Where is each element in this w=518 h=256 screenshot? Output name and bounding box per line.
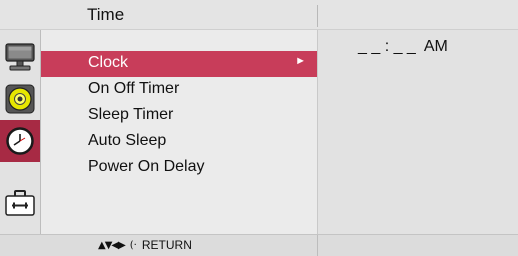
- return-label[interactable]: RETURN: [142, 238, 192, 252]
- clock-value: _ _ : _ _ AM: [358, 38, 448, 55]
- menu-item-on-off-timer[interactable]: On Off Timer: [41, 77, 317, 103]
- submenu-arrow-icon: ►: [295, 55, 306, 67]
- menu-title: Time: [87, 5, 125, 24]
- menu-item-label: Auto Sleep: [88, 132, 167, 149]
- category-icon-rail: [0, 30, 41, 234]
- osd-menu: Time Clock ► On Off Timer Sleep Timer Au…: [0, 0, 518, 256]
- clock-icon: [6, 127, 34, 155]
- header-bar: Time: [0, 0, 518, 30]
- menu-item-power-on-delay[interactable]: Power On Delay: [41, 155, 317, 181]
- menu-item-label: Power On Delay: [88, 158, 205, 175]
- category-picture[interactable]: [0, 36, 40, 78]
- header-divider: [317, 5, 318, 27]
- menu-item-label: On Off Timer: [88, 80, 180, 97]
- direction-arrows-icon: ▲▼◀▶: [98, 239, 126, 251]
- footer-divider: [317, 235, 318, 256]
- menu-item-auto-sleep[interactable]: Auto Sleep: [41, 129, 317, 155]
- value-panel: _ _ : _ _ AM: [318, 30, 518, 234]
- time-submenu: Clock ► On Off Timer Sleep Timer Auto Sl…: [41, 30, 317, 234]
- category-audio[interactable]: [0, 78, 40, 120]
- toolbox-icon: [5, 190, 35, 216]
- category-option[interactable]: [0, 182, 40, 224]
- menu-item-label: Sleep Timer: [88, 106, 174, 123]
- menu-item-sleep-timer[interactable]: Sleep Timer: [41, 103, 317, 129]
- enter-icon: (·: [129, 239, 137, 251]
- monitor-icon: [5, 43, 35, 71]
- audio-disc-icon: [5, 84, 35, 114]
- menu-item-clock[interactable]: Clock ►: [41, 51, 317, 77]
- navigation-hint: ▲▼◀▶ (· RETURN: [98, 238, 192, 252]
- menu-item-label: Clock: [88, 54, 129, 71]
- category-time[interactable]: [0, 120, 40, 162]
- footer-bar: ▲▼◀▶ (· RETURN: [0, 234, 518, 256]
